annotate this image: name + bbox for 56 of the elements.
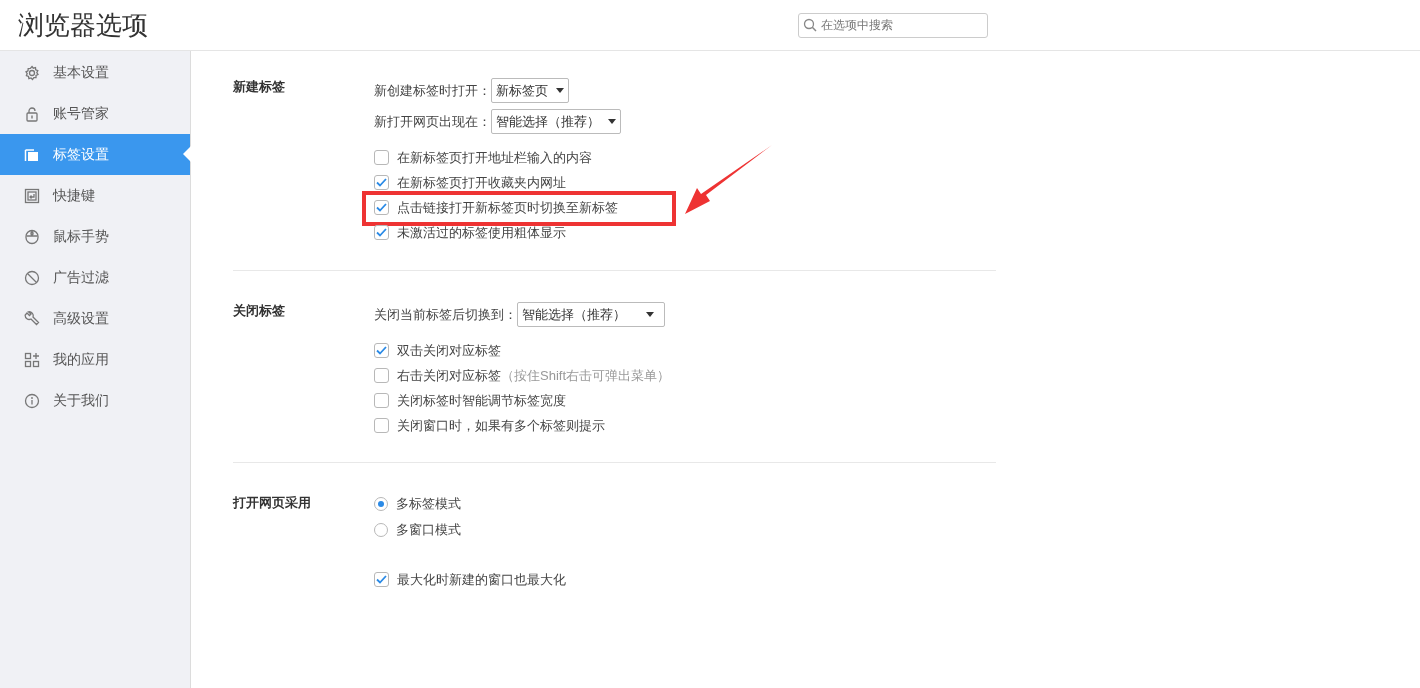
dropdown[interactable]: 智能选择（推荐） [517,302,665,327]
dropdown[interactable]: 智能选择（推荐） [491,109,621,134]
search-icon [803,18,817,32]
section-heading: 打开网页采用 [233,494,312,512]
option-label: 右击关闭对应标签 [397,366,501,385]
checkbox[interactable] [374,225,389,240]
field-label: 新打开网页出现在： [374,112,491,131]
sidebar-item[interactable]: 基本设置 [0,52,190,93]
info-icon [24,392,40,409]
gear-icon [24,64,40,81]
sidebar-item[interactable]: 关于我们 [0,380,190,421]
caret-icon [556,88,564,93]
sidebar-item[interactable]: 我的应用 [0,339,190,380]
dropdown[interactable]: 新标签页 [491,78,569,103]
caret-icon [646,312,654,317]
apps-icon [24,351,40,368]
section-heading: 关闭标签 [233,302,286,320]
option-label: 在新标签页打开地址栏输入的内容 [397,148,592,167]
radio-button[interactable] [374,523,388,537]
tabs-icon [24,146,40,163]
lock-icon [24,105,40,122]
option-label: 多窗口模式 [396,521,461,540]
sidebar-item[interactable]: 广告过滤 [0,257,190,298]
section-heading: 新建标签 [233,78,286,96]
checkbox[interactable] [374,393,389,408]
option-label: 点击链接打开新标签页时切换至新标签 [397,198,618,217]
checkbox[interactable] [374,200,389,215]
block-icon [24,269,40,286]
mouse-icon [24,228,40,245]
selection-pointer [183,146,191,162]
hint-text: （按住Shift右击可弹出菜单） [501,366,670,385]
checkbox[interactable] [374,368,389,383]
option-label: 未激活过的标签使用粗体显示 [397,223,566,242]
option-label: 关闭窗口时，如果有多个标签则提示 [397,416,605,435]
option-label: 在新标签页打开收藏夹内网址 [397,173,566,192]
sidebar-item[interactable]: 高级设置 [0,298,190,339]
sidebar-item[interactable]: 鼠标手势 [0,216,190,257]
wrench-icon [24,310,40,327]
checkbox[interactable] [374,150,389,165]
checkbox[interactable] [374,175,389,190]
window-title: 浏览器选项 [18,8,148,42]
checkbox[interactable] [374,343,389,358]
option-label: 多标签模式 [396,495,461,514]
keyboard-key-icon [24,187,40,204]
field-label: 关闭当前标签后切换到： [374,305,517,324]
field-label: 新创建标签时打开： [374,81,491,100]
sidebar-item[interactable]: 账号管家 [0,93,190,134]
option-label: 关闭标签时智能调节标签宽度 [397,391,566,410]
sidebar-item[interactable]: 快捷键 [0,175,190,216]
checkbox[interactable] [374,572,389,587]
radio-button[interactable] [374,497,388,511]
option-label: 最大化时新建的窗口也最大化 [397,570,566,589]
option-label: 双击关闭对应标签 [397,341,501,360]
caret-icon [608,119,616,124]
checkbox[interactable] [374,418,389,433]
search-field[interactable]: 在选项中搜索 [798,12,988,38]
